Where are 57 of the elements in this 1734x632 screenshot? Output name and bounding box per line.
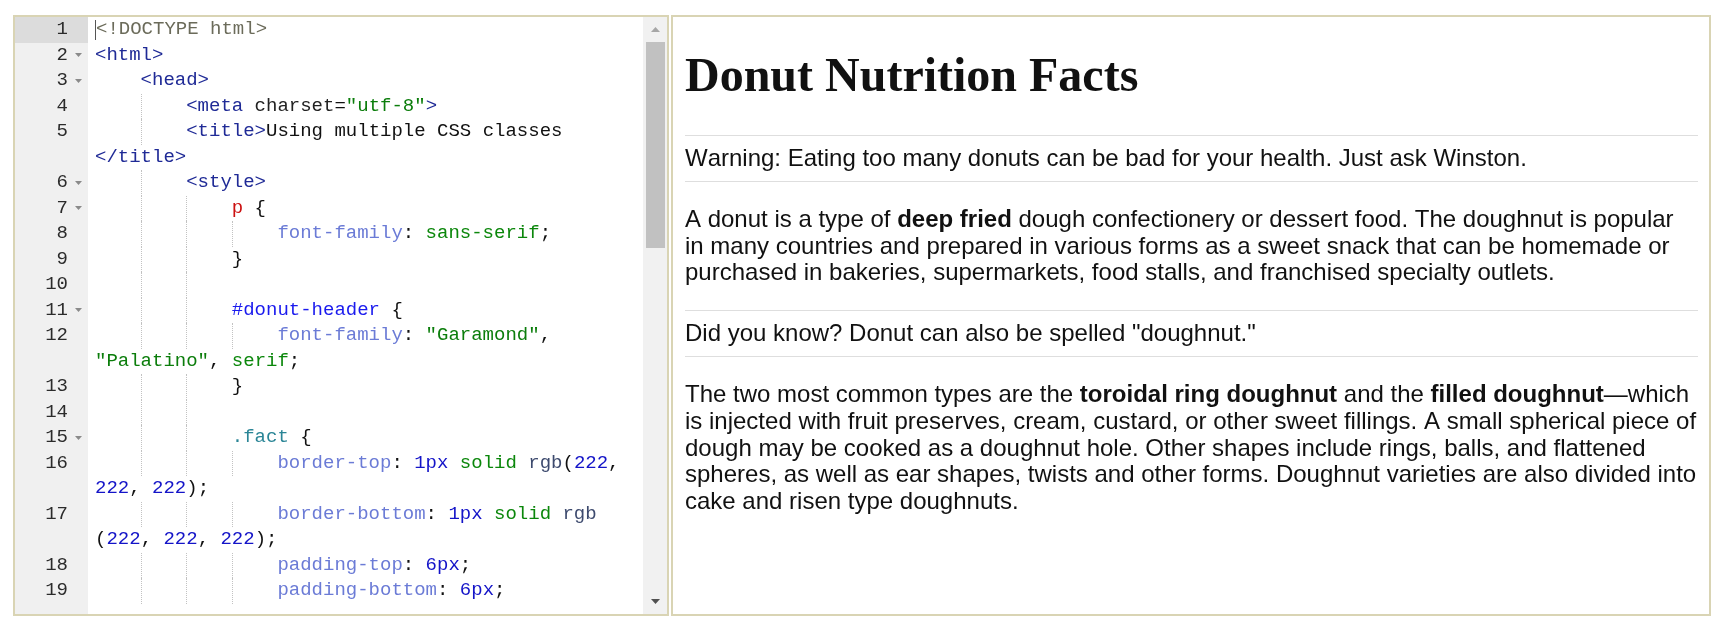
line-number: 2: [56, 42, 68, 68]
line-number: 17: [45, 501, 68, 527]
text-cursor: [95, 20, 96, 40]
code-line: 222, 222);: [95, 476, 210, 501]
line-number: 16: [45, 450, 68, 476]
code-line: }: [231, 246, 244, 272]
line-number: 7: [56, 195, 68, 221]
line-number: 3: [56, 68, 68, 93]
caret-icon[interactable]: [75, 53, 82, 57]
line-number: 10: [45, 272, 68, 297]
line-number: 13: [45, 374, 68, 399]
fact-text: Warning: Eating too many donuts can be bad for your health. Just ask Winston.: [685, 135, 1698, 182]
paragraph-text: The two most common types are the toroidal ring doughnut and the filled doughnut—which is injected with fruit preserves, cream, custard, or other sweet fillings. A small spherical piece of dough may be cooked as a doughnut hole. Other shapes include rings, balls, and flattened spheres, as well as ear shapes, twists and other forms. Doughnut varieties are also divided into cake and risen type doughnuts.: [685, 381, 1698, 515]
paragraph-text: A donut is a type of deep fried dough confectionery or dessert food. The doughnut is popular in many countries and prepared in various forms as a sweet snack that can be homemade or purchased in bakeries, supermarkets, food stalls, and franchised specialty outlets.: [685, 205, 1675, 287]
caret-icon[interactable]: [75, 308, 82, 312]
code-line: "Palatino", serif;: [95, 348, 301, 374]
line-number: 11: [45, 297, 68, 323]
code-line: <title>Using multiple CSS classes: [186, 119, 563, 144]
line-number: 4: [56, 93, 68, 119]
code-line: p {: [231, 195, 266, 221]
line-number: 15: [45, 425, 68, 450]
code-line: .fact {: [231, 425, 312, 450]
code-line: <style>: [186, 170, 266, 195]
line-number: 18: [45, 552, 68, 578]
line-number: 12: [45, 323, 68, 348]
code-line: font-family: "Garamond",: [277, 323, 552, 348]
code-line: }: [231, 374, 244, 399]
caret-icon[interactable]: [75, 435, 82, 440]
code-line: (222, 222, 222);: [95, 527, 278, 552]
code-line: #donut-header {: [231, 297, 403, 323]
code-line: <meta charset="utf-8">: [186, 93, 438, 119]
line-number: 5: [56, 119, 68, 144]
code-line: <!DOCTYPE html>: [96, 17, 268, 42]
code-line: <html>: [95, 42, 164, 68]
code-line: padding-top: 6px;: [277, 552, 472, 578]
line-number: 8: [56, 221, 68, 246]
code-line: border-bottom: 1px solid rgb: [277, 501, 597, 527]
code-line: </title>: [95, 144, 187, 170]
up-triangle-icon[interactable]: [650, 27, 660, 32]
code-line: padding-bottom: 6px;: [277, 578, 506, 603]
code-line: border-top: 1px solid rgb(222,: [277, 450, 620, 476]
line-number: 14: [45, 399, 68, 425]
scrollbar-thumb[interactable]: [645, 42, 665, 248]
caret-icon[interactable]: [75, 78, 82, 83]
line-number: 9: [56, 246, 68, 272]
vertical-scrollbar[interactable]: [643, 17, 667, 614]
page-heading: Donut Nutrition Facts: [685, 47, 1140, 102]
caret-icon[interactable]: [75, 206, 82, 210]
line-number: 1: [56, 17, 68, 42]
code-editor[interactable]: [13, 15, 669, 616]
code-line: font-family: sans-serif;: [277, 221, 552, 246]
caret-icon[interactable]: [75, 180, 82, 185]
fact-text: Did you know? Donut can also be spelled "doughnut.": [685, 310, 1698, 357]
code-line: <head>: [140, 68, 209, 93]
line-number: 19: [45, 578, 68, 603]
down-triangle-icon[interactable]: [650, 599, 660, 604]
line-number: 6: [56, 170, 68, 195]
